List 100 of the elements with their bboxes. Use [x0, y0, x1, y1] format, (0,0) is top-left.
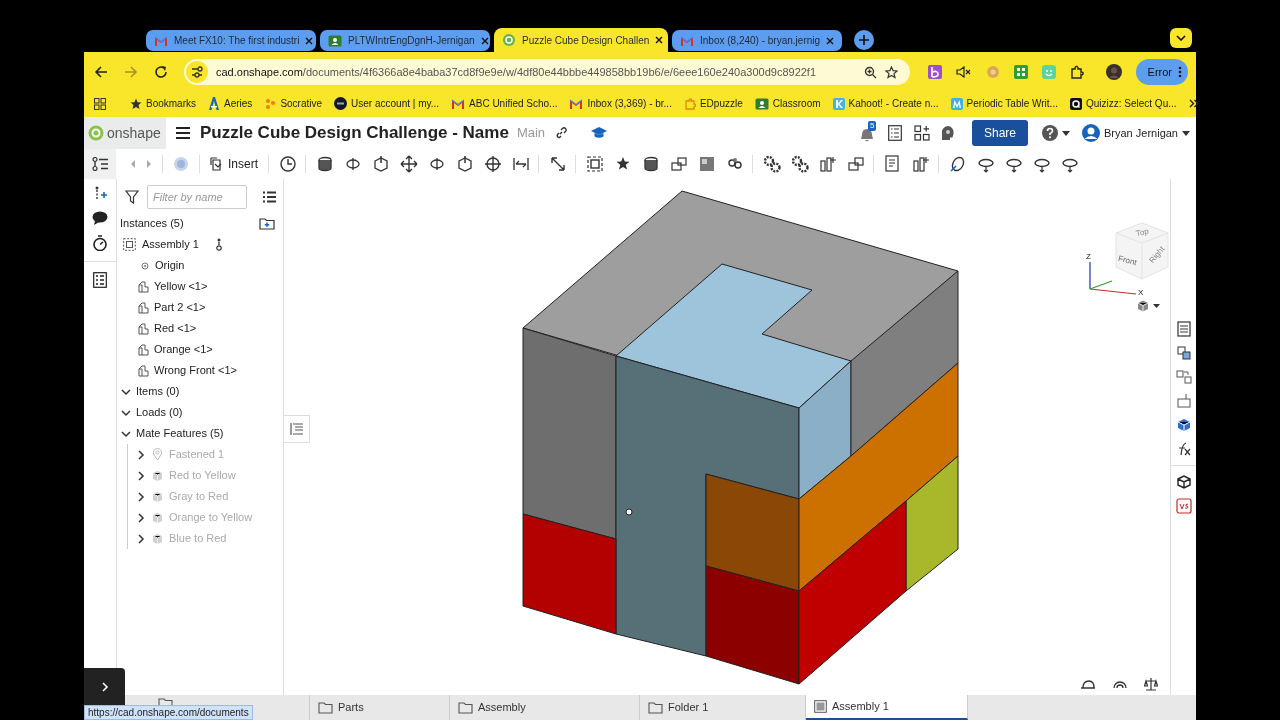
address-bar[interactable]: cad.onshape.com/documents/4f6366a8e4baba37cd8f9e9e/w/4df80e44bbbe449858bb19b6/e/6eee160e240a300d9c8922f1 — [184, 59, 910, 85]
help-icon[interactable] — [1042, 125, 1058, 141]
chevron-down-icon[interactable] — [121, 407, 131, 418]
bookmark[interactable]: Quizizz: Select Qu... — [1069, 96, 1177, 111]
close-icon[interactable] — [480, 36, 489, 45]
tree-section[interactable]: Loads (0) — [136, 404, 183, 421]
tree-item[interactable]: Red <1> — [154, 320, 197, 337]
rotate-arrows-icon[interactable] — [344, 155, 362, 173]
tree-item[interactable]: Wrong Front <1> — [154, 362, 237, 379]
share-button[interactable]: Share — [971, 120, 1028, 146]
more-bookmarks-icon[interactable] — [1188, 99, 1199, 108]
tree-item[interactable]: Assembly 1 — [142, 236, 199, 253]
arrows-icon[interactable] — [549, 155, 567, 173]
chevron-right-icon[interactable] — [136, 470, 146, 481]
bookmark[interactable]: EDpuzzle — [683, 96, 743, 111]
caret-icon[interactable] — [1062, 130, 1070, 136]
tab-search-button[interactable] — [1170, 28, 1192, 48]
display-mode-icon[interactable] — [1136, 299, 1150, 313]
bookmark[interactable]: Bookmarks — [130, 96, 196, 111]
gears-icon[interactable] — [791, 155, 809, 173]
bookmark[interactable]: Periodic Table Writ... — [950, 96, 1058, 111]
crosshair-icon[interactable] — [484, 155, 502, 173]
comment-icon[interactable] — [92, 211, 108, 225]
site-info-button[interactable] — [186, 61, 208, 83]
box-icon[interactable] — [372, 155, 390, 173]
user-menu[interactable]: Bryan Jernigan — [1082, 124, 1190, 142]
cylinder-icon[interactable] — [316, 155, 334, 173]
list-view-icon[interactable] — [263, 191, 276, 203]
bookmark[interactable]: Kahoot! - Create n... — [832, 96, 939, 111]
mass-properties-icon[interactable] — [1080, 677, 1096, 689]
pattern-icon[interactable] — [698, 155, 716, 173]
chevron-right-icon[interactable] — [136, 512, 146, 523]
avatar-icon[interactable] — [1105, 64, 1122, 80]
tree-item[interactable]: Origin — [155, 257, 185, 274]
parts-swap-icon[interactable] — [1175, 369, 1192, 385]
bars-icon[interactable] — [819, 155, 837, 173]
page-icon[interactable] — [1175, 321, 1192, 337]
new-tab-icon[interactable] — [854, 30, 874, 50]
connector-icon[interactable] — [214, 238, 223, 251]
star-outline-icon[interactable] — [884, 65, 898, 79]
browser-tab[interactable]: Puzzle Cube Design Challen — [494, 28, 668, 52]
filter-field[interactable]: Filter by name — [147, 185, 247, 209]
apps-icon[interactable] — [94, 97, 106, 110]
puzzle-extension-icon[interactable] — [1069, 65, 1084, 79]
back-icon[interactable] — [94, 65, 108, 79]
solid-cube-icon[interactable] — [1175, 417, 1192, 433]
gears-icon[interactable] — [763, 155, 781, 173]
profile-error-button[interactable]: Error — [1135, 59, 1188, 85]
menu-icon[interactable] — [176, 127, 190, 139]
bookmark[interactable]: Classroom — [754, 96, 821, 111]
chevron-down-icon[interactable] — [121, 428, 131, 439]
section-icon[interactable] — [1175, 393, 1192, 409]
vs-app-icon[interactable] — [1175, 498, 1192, 514]
chevron-right-icon[interactable] — [136, 533, 146, 544]
feature-list-button[interactable] — [84, 149, 116, 179]
notifications-button[interactable]: 5 — [859, 123, 878, 143]
bars-icon[interactable] — [912, 155, 930, 173]
box-icon[interactable] — [456, 155, 474, 173]
link-icon[interactable] — [555, 127, 568, 139]
zoom-icon[interactable] — [863, 65, 877, 79]
tree-item[interactable]: Part 2 <1> — [154, 299, 206, 316]
bookmark[interactable]: User account | my... — [334, 96, 440, 111]
tree-item[interactable]: Yellow <1> — [154, 278, 208, 295]
cubes-icon[interactable] — [1175, 345, 1192, 361]
frame-icon[interactable] — [586, 155, 604, 173]
chevron-right-icon[interactable] — [136, 449, 146, 460]
browser-tab[interactable]: Meet FX10: The first industri — [146, 30, 316, 51]
filter-icon[interactable] — [125, 190, 139, 204]
checklist-icon[interactable] — [887, 125, 902, 141]
new-folder-icon[interactable] — [259, 217, 275, 230]
clock-icon[interactable] — [279, 155, 297, 173]
caret-icon[interactable] — [1153, 304, 1160, 308]
scale-icon[interactable] — [1144, 677, 1158, 691]
bookmark[interactable]: Inbox (3,369) - br... — [569, 96, 672, 111]
chevron-down-icon[interactable] — [121, 386, 131, 397]
grid-extension-icon[interactable] — [1013, 65, 1028, 79]
panel-toggle-button[interactable] — [284, 415, 310, 443]
browser-tab[interactable]: PLTWIntrEngDgnH-Jernigan — [320, 30, 490, 51]
bookmark[interactable]: Socrative — [264, 96, 323, 111]
move-arrows-icon[interactable] — [400, 155, 418, 173]
b-extension-icon[interactable] — [927, 65, 942, 79]
bookmark[interactable]: ABC Unified Scho... — [451, 96, 558, 111]
wireframe-cube-icon[interactable] — [1175, 474, 1192, 490]
graduation-cap-icon[interactable] — [591, 127, 608, 139]
slider-mate-icon[interactable] — [512, 155, 530, 173]
properties-list-icon[interactable] — [93, 272, 107, 288]
close-icon[interactable] — [305, 36, 314, 45]
muted-speaker-icon[interactable] — [955, 66, 972, 78]
rotate-arrows-icon[interactable] — [428, 155, 446, 173]
drawing-sheet-icon[interactable] — [884, 155, 902, 173]
tree-section[interactable]: Items (0) — [136, 383, 180, 400]
close-icon[interactable] — [655, 36, 664, 44]
learning-head-icon[interactable] — [939, 125, 956, 141]
add-app-icon[interactable] — [913, 125, 930, 141]
browser-tab[interactable]: Inbox (8,240) - bryan.jernig — [672, 30, 842, 51]
chevron-right-icon[interactable] — [136, 491, 146, 502]
boxes-icon[interactable] — [847, 155, 865, 173]
boxes-icon[interactable] — [670, 155, 688, 173]
stopwatch-icon[interactable] — [92, 235, 108, 251]
onshape-logo[interactable]: onshape — [84, 117, 166, 149]
